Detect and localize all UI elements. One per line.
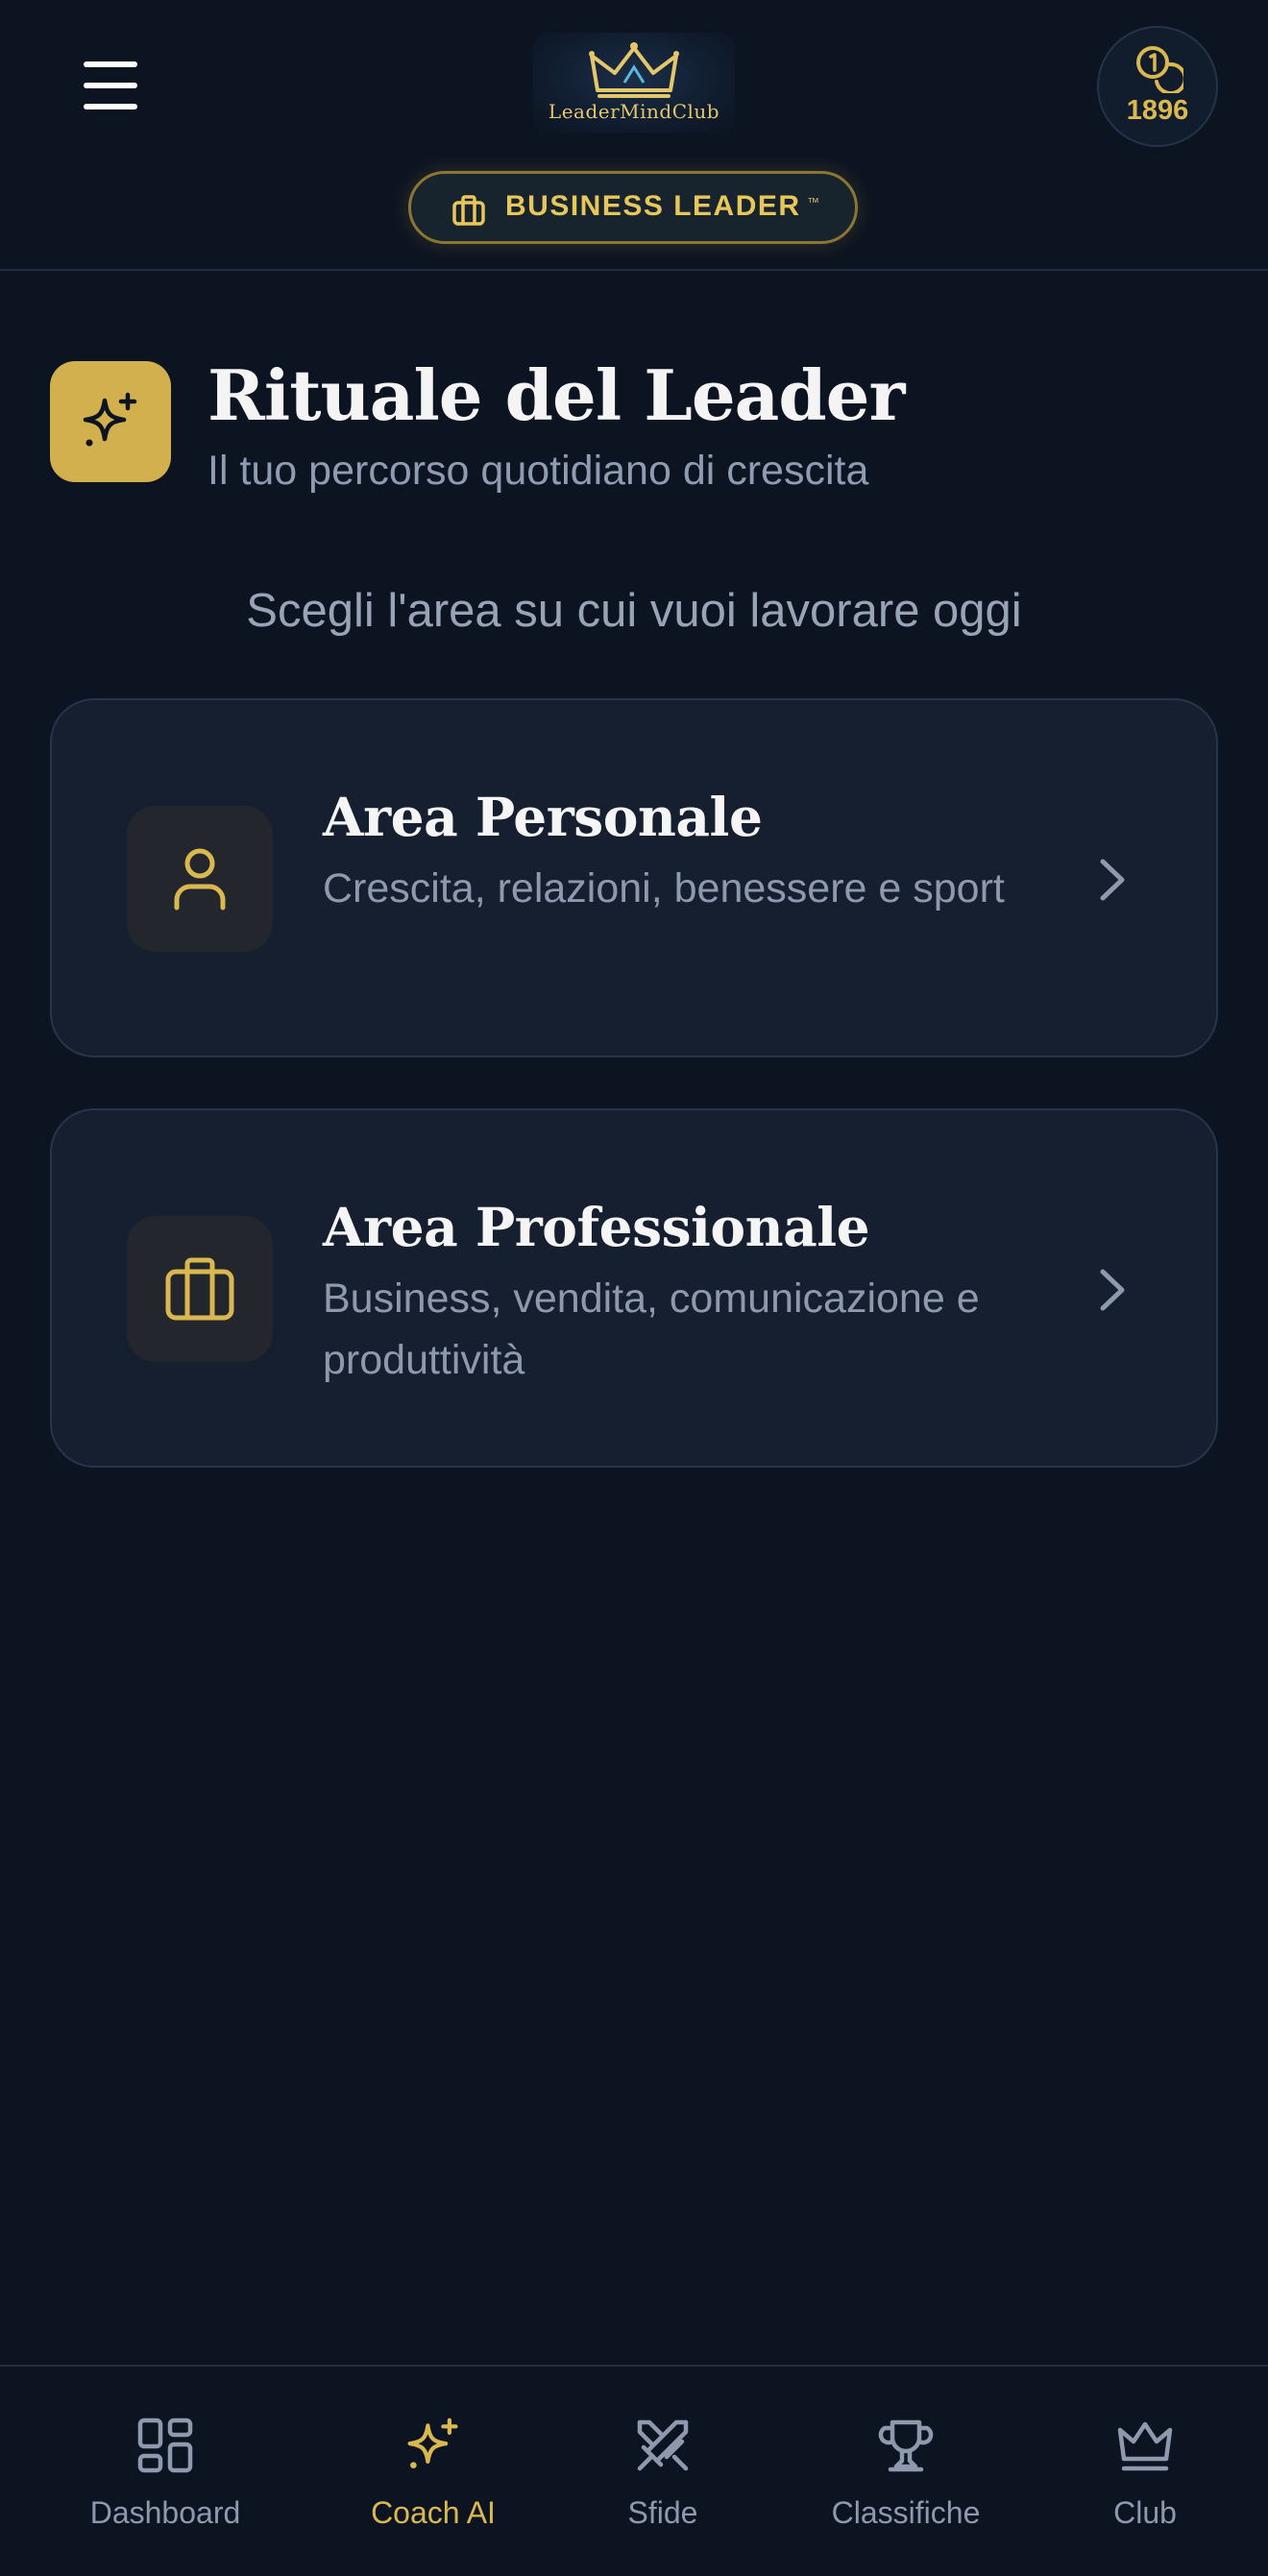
badge-label: BUSINESS LEADER [505,190,801,222]
card-icon [127,1216,273,1362]
chevron-right-icon [1100,859,1125,901]
nav-label: Classifiche [831,2495,981,2530]
briefcase-icon [165,1257,234,1321]
crossed-swords-icon [637,2419,689,2471]
coins-balance[interactable]: 1896 [1097,26,1218,147]
menu-button[interactable] [75,56,146,115]
coins-icon [1136,46,1183,93]
business-leader-badge[interactable]: BUSINESS LEADER ™ [408,171,858,244]
nav-label: Sfide [627,2495,698,2530]
nav-item-coach-ai[interactable]: Coach AI [337,2417,529,2541]
logo-text: LeaderMindClub [548,100,720,123]
crown-icon [589,42,679,98]
card-description: Business, vendita, comunicazione e produ… [323,1276,980,1383]
trademark-mark: ™ [807,195,819,209]
nav-label: Dashboard [89,2495,241,2530]
nav-item-sfide[interactable]: Sfide [567,2417,759,2541]
sparkles-icon [83,392,137,447]
nav-label: Club [1113,2495,1177,2530]
crown-icon [1117,2421,1173,2471]
nav-item-dashboard[interactable]: Dashboard [69,2417,261,2541]
page-icon [50,361,171,482]
page-subtitle: Il tuo percorso quotidiano di crescita [207,448,869,494]
chevron-right-icon [1100,1269,1125,1311]
area-professionale-card[interactable]: Area Professionale Business, vendita, co… [50,1108,1218,1468]
app-logo[interactable]: LeaderMindClub [533,33,735,133]
briefcase-icon [452,195,485,226]
area-personale-card[interactable]: Area Personale Crescita, relazioni, bene… [50,698,1218,1057]
coins-count: 1896 [1126,95,1189,126]
app-header: LeaderMindClub 1896 BUSINESS LEADER ™ [0,0,1268,271]
area-prompt: Scegli l'area su cui vuoi lavorare oggi [246,585,1022,637]
card-title: Area Personale [323,786,763,848]
user-icon [174,848,226,911]
card-title: Area Professionale [323,1196,870,1258]
nav-item-club[interactable]: Club [1049,2417,1241,2541]
nav-item-classifiche[interactable]: Classifiche [810,2417,1002,2541]
nav-label: Coach AI [371,2495,496,2530]
bottom-navigation: Dashboard Coach AI Sfide Classifiche Clu… [0,2365,1268,2576]
sparkles-icon [407,2418,458,2468]
card-description: Crescita, relazioni, benessere e sport [323,865,1005,911]
page-title: Rituale del Leader [207,354,905,436]
trophy-icon [878,2419,934,2472]
dashboard-grid-icon [137,2418,193,2473]
card-icon [127,806,273,952]
